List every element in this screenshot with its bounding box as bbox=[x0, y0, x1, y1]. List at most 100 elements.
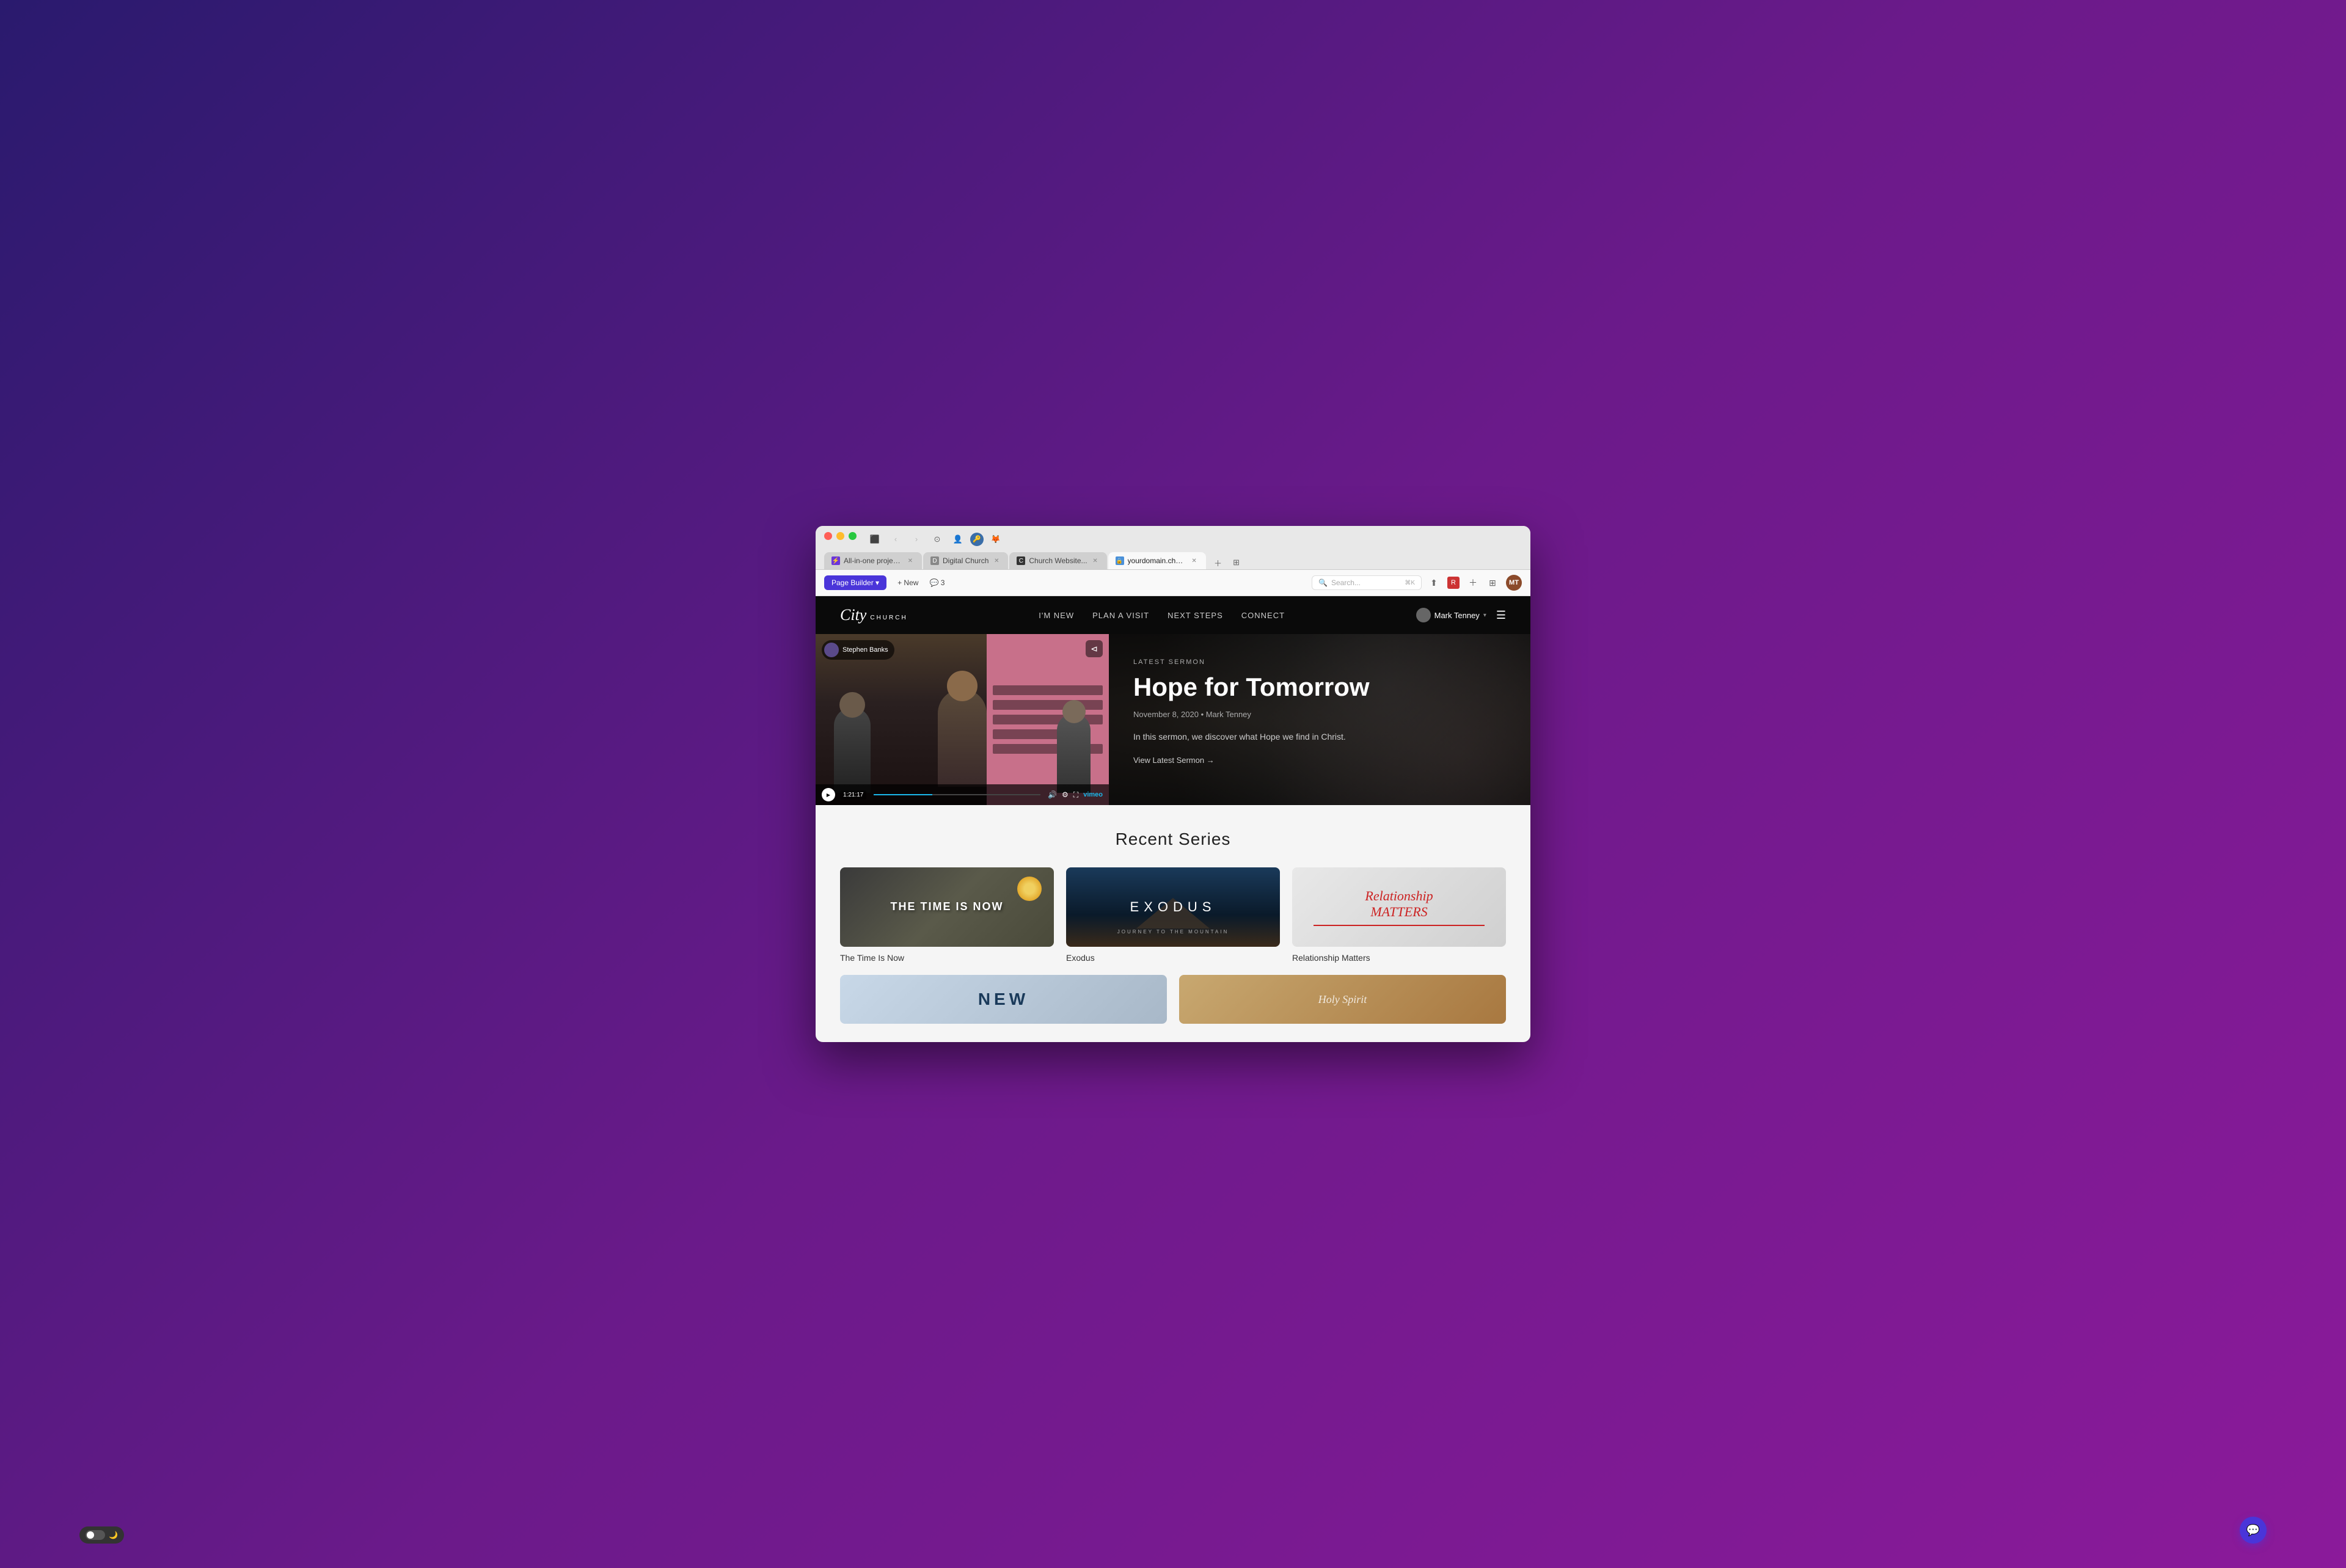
video-progress-fill bbox=[874, 794, 932, 795]
nav-next-steps[interactable]: NEXT STEPS bbox=[1168, 611, 1223, 620]
sidebar-toggle-icon[interactable]: ⬛ bbox=[866, 533, 883, 546]
tab-label-4: yourdomain.church bbox=[1128, 556, 1186, 565]
series-title-time-is-now: The Time Is Now bbox=[840, 953, 1054, 963]
thumb-exodus-bg: EXODUS JOURNEY TO THE MOUNTAIN bbox=[1066, 867, 1280, 947]
title-bar: ⬛ ‹ › ⊙ 👤 🔑 🦊 ⚡ All-in-one project... ✕ … bbox=[816, 526, 1530, 570]
hero-text: LATEST SERMON Hope for Tomorrow November… bbox=[1109, 634, 1530, 805]
toggle-switch[interactable] bbox=[86, 1530, 105, 1540]
site-user[interactable]: Mark Tenney ▾ bbox=[1416, 608, 1486, 622]
profile-icon[interactable]: 👤 bbox=[949, 533, 967, 546]
settings-icon[interactable]: ⚙ bbox=[1062, 790, 1069, 799]
toolbar-search[interactable]: 🔍 Search... ⌘K bbox=[1312, 575, 1422, 590]
comments-label: 💬 3 bbox=[929, 578, 945, 587]
sermon-meta: November 8, 2020 • Mark Tenney bbox=[1133, 710, 1506, 719]
tab-label-1: All-in-one project... bbox=[844, 556, 902, 565]
tab-favicon-2: D bbox=[930, 556, 939, 565]
sermon-description: In this sermon, we discover what Hope we… bbox=[1133, 730, 1506, 743]
series-card-holy-spirit[interactable]: Holy Spirit bbox=[1179, 975, 1506, 1024]
user-avatar[interactable]: MT bbox=[1506, 575, 1522, 591]
new-button[interactable]: + New bbox=[893, 576, 923, 589]
series-card-new[interactable]: NEW bbox=[840, 975, 1167, 1024]
view-latest-sermon-link[interactable]: View Latest Sermon → bbox=[1133, 756, 1215, 765]
series-thumbnail-exodus: EXODUS JOURNEY TO THE MOUNTAIN bbox=[1066, 867, 1280, 947]
series-grid: THE TIME IS NOW The Time Is Now EXODUS J… bbox=[840, 867, 1506, 963]
dark-mode-toggle[interactable]: 🌙 bbox=[79, 1526, 124, 1544]
thumb-holy-spirit-bg: Holy Spirit bbox=[1179, 975, 1506, 1024]
site-logo[interactable]: City CHURCH bbox=[840, 606, 908, 624]
tab-close-3[interactable]: ✕ bbox=[1091, 556, 1100, 565]
series-row2: NEW Holy Spirit bbox=[840, 975, 1506, 1024]
search-placeholder-text: Search... bbox=[1331, 578, 1361, 587]
play-button[interactable]: ▶ bbox=[822, 788, 835, 801]
browser-window: ⬛ ‹ › ⊙ 👤 🔑 🦊 ⚡ All-in-one project... ✕ … bbox=[816, 526, 1530, 1042]
forward-icon[interactable]: › bbox=[908, 533, 925, 546]
thumb-relationship-bg: Relationship MATTERS bbox=[1292, 867, 1506, 947]
website-content: City CHURCH I'M NEW PLAN A VISIT NEXT ST… bbox=[816, 596, 1530, 1042]
tab-digital-church[interactable]: D Digital Church ✕ bbox=[923, 552, 1008, 569]
close-button[interactable] bbox=[824, 532, 832, 540]
vimeo-logo: vimeo bbox=[1083, 791, 1103, 798]
readerview-icon[interactable]: R bbox=[1447, 577, 1460, 589]
back-icon[interactable]: ‹ bbox=[887, 533, 904, 546]
firefox-icon[interactable]: 🦊 bbox=[987, 533, 1004, 546]
comments-indicator[interactable]: 💬 3 bbox=[929, 578, 945, 587]
thumb-new-bg: NEW bbox=[840, 975, 1167, 1024]
chat-bubble[interactable]: 💬 bbox=[2240, 1517, 2267, 1544]
share-icon[interactable]: ⬆ bbox=[1428, 577, 1440, 589]
site-nav: City CHURCH I'M NEW PLAN A VISIT NEXT ST… bbox=[816, 596, 1530, 634]
video-person-left bbox=[834, 707, 871, 793]
speaker-avatar-img bbox=[824, 643, 839, 657]
tab-all-in-one[interactable]: ⚡ All-in-one project... ✕ bbox=[824, 552, 922, 569]
series-thumbnail-time-is-now: THE TIME IS NOW bbox=[840, 867, 1054, 947]
hero-section: Stephen Banks ⊲ ▶ 1:21:17 🔊 ⚙ ⛶ bbox=[816, 634, 1530, 805]
page-builder-label: Page Builder ▾ bbox=[831, 578, 879, 587]
video-progress-bar[interactable] bbox=[874, 794, 1040, 795]
user-avatar-icon bbox=[1416, 608, 1431, 622]
tab-church-website[interactable]: C Church Website... ✕ bbox=[1009, 552, 1106, 569]
tab-close-2[interactable]: ✕ bbox=[992, 556, 1001, 565]
copy-icon[interactable]: ⊞ bbox=[1486, 577, 1499, 589]
hamburger-menu-icon[interactable]: ☰ bbox=[1496, 609, 1506, 622]
toggle-knob bbox=[87, 1531, 94, 1539]
tabs-row: ⚡ All-in-one project... ✕ D Digital Chur… bbox=[824, 552, 1522, 569]
user-name-text: Mark Tenney bbox=[1434, 611, 1480, 620]
maximize-button[interactable] bbox=[849, 532, 857, 540]
search-icon: 🔍 bbox=[1318, 578, 1328, 587]
thumb-time-is-now-bg: THE TIME IS NOW bbox=[840, 867, 1054, 947]
series-card-relationship-matters[interactable]: Relationship MATTERS Relationship Matter… bbox=[1292, 867, 1506, 963]
reload-icon[interactable]: ⊙ bbox=[929, 533, 946, 546]
tab-grid-button[interactable]: ⊞ bbox=[1228, 556, 1245, 569]
logo-city-text: City bbox=[840, 606, 866, 624]
thumb-time-is-now-text: THE TIME IS NOW bbox=[891, 900, 1004, 914]
volume-icon[interactable]: 🔊 bbox=[1048, 790, 1057, 799]
speaker-name-text: Stephen Banks bbox=[842, 646, 888, 654]
tab-close-1[interactable]: ✕ bbox=[906, 556, 915, 565]
series-thumbnail-relationship: Relationship MATTERS bbox=[1292, 867, 1506, 947]
video-controls: ▶ 1:21:17 🔊 ⚙ ⛶ vimeo bbox=[816, 784, 1109, 805]
fullscreen-icon[interactable]: ⛶ bbox=[1073, 790, 1078, 800]
site-nav-right: Mark Tenney ▾ ☰ bbox=[1416, 608, 1506, 622]
tab-yourdomain[interactable]: 🔒 yourdomain.church ✕ bbox=[1108, 552, 1206, 569]
page-builder-button[interactable]: Page Builder ▾ bbox=[824, 575, 886, 590]
tab-favicon-1: ⚡ bbox=[831, 556, 840, 565]
thumb-exodus-sub: JOURNEY TO THE MOUNTAIN bbox=[1117, 929, 1229, 935]
moon-icon: 🌙 bbox=[109, 1531, 118, 1539]
traffic-lights bbox=[824, 532, 857, 540]
video-time: 1:21:17 bbox=[840, 790, 866, 800]
minimize-button[interactable] bbox=[836, 532, 844, 540]
hero-video: Stephen Banks ⊲ ▶ 1:21:17 🔊 ⚙ ⛶ bbox=[816, 634, 1109, 805]
new-tab-button[interactable]: ＋ bbox=[1210, 556, 1227, 569]
series-card-time-is-now[interactable]: THE TIME IS NOW The Time Is Now bbox=[840, 867, 1054, 963]
tab-close-4[interactable]: ✕ bbox=[1190, 556, 1199, 565]
password-icon[interactable]: 🔑 bbox=[970, 533, 984, 546]
video-container: Stephen Banks ⊲ ▶ 1:21:17 🔊 ⚙ ⛶ bbox=[816, 634, 1109, 805]
search-shortcut: ⌘K bbox=[1405, 580, 1415, 586]
new-window-icon[interactable]: ＋ bbox=[1467, 577, 1479, 589]
bookmark-icon[interactable]: ⊲ bbox=[1086, 640, 1103, 657]
logo-church-text: CHURCH bbox=[870, 614, 907, 621]
thumb-moon-circle bbox=[1017, 877, 1042, 901]
nav-connect[interactable]: CONNECT bbox=[1241, 611, 1285, 620]
series-card-exodus[interactable]: EXODUS JOURNEY TO THE MOUNTAIN Exodus bbox=[1066, 867, 1280, 963]
nav-im-new[interactable]: I'M NEW bbox=[1039, 611, 1074, 620]
nav-plan-a-visit[interactable]: PLAN A VISIT bbox=[1092, 611, 1149, 620]
